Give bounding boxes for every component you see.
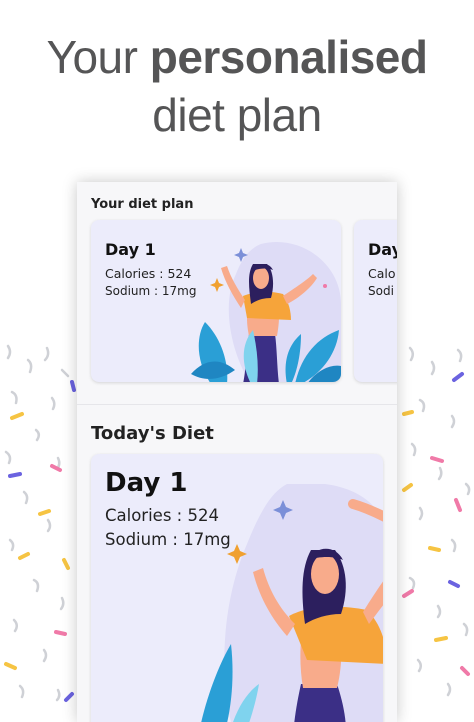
card-calories: Calories : 524 xyxy=(105,266,192,281)
woman-celebrating-illustration xyxy=(191,242,341,382)
todays-diet-card[interactable]: Day 1 Calories : 524 Sodium : 17mg xyxy=(91,454,383,722)
card-day-label: Day 1 xyxy=(105,240,156,259)
card-sodium: Sodi xyxy=(368,284,394,298)
card-calories: Calo xyxy=(368,266,396,281)
todays-diet-section-title: Today's Diet xyxy=(91,423,214,444)
card-sodium: Sodium : 17mg xyxy=(105,284,197,298)
woman-celebrating-illustration xyxy=(201,484,383,722)
card-day-label: Day xyxy=(368,240,397,259)
diet-plan-card-day-2[interactable]: Day Calo Sodi xyxy=(354,220,397,382)
diet-plan-section-title: Your diet plan xyxy=(91,197,194,212)
diet-plan-card-day-1[interactable]: Day 1 Calories : 524 Sodium : 17mg xyxy=(91,220,341,382)
card-day-label: Day 1 xyxy=(105,468,188,498)
app-screen: Your diet plan Day 1 Calories : 524 Sodi… xyxy=(77,182,397,722)
section-divider xyxy=(77,404,397,405)
